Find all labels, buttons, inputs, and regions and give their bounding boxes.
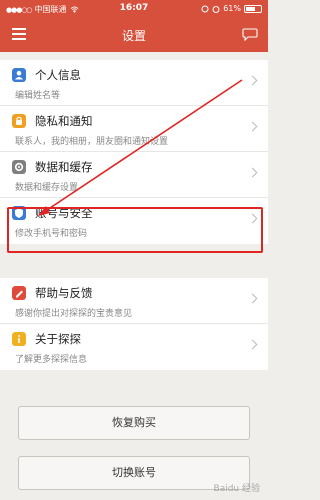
chevron-right-icon [247, 75, 258, 86]
item-title: 帮助与反馈 [35, 286, 93, 300]
nav-bar: 设置 [0, 18, 268, 52]
item-title: 数据和缓存 [35, 160, 93, 174]
settings-item-account-security[interactable]: 账号与安全 修改手机号和密码 [0, 198, 268, 244]
item-title: 关于探探 [35, 332, 81, 346]
person-icon [12, 68, 26, 82]
item-subtitle: 数据和缓存设置 [15, 183, 79, 193]
settings-group-account: 个人信息 编辑姓名等 隐私和通知 联系人，我的相册，朋友圈和通知设置 数据和缓存… [0, 60, 268, 244]
settings-item-profile[interactable]: 个人信息 编辑姓名等 [0, 60, 268, 106]
info-icon [12, 332, 26, 346]
page-title: 设置 [121, 29, 146, 43]
item-subtitle: 联系人，我的相册，朋友圈和通知设置 [15, 137, 169, 147]
chevron-right-icon [247, 121, 258, 132]
settings-item-about[interactable]: 关于探探 了解更多探探信息 [0, 324, 268, 370]
lock-rotation-icon [201, 5, 209, 12]
chevron-right-icon [247, 293, 258, 304]
item-subtitle: 编辑姓名等 [15, 91, 61, 101]
battery-percent: 61% [223, 4, 241, 13]
item-title: 个人信息 [35, 68, 81, 82]
item-subtitle: 感谢你提出对探探的宝贵意见 [15, 309, 133, 319]
item-subtitle: 了解更多探探信息 [15, 355, 88, 365]
lock-icon [12, 114, 26, 128]
status-bar: ●●●○○ 中国联通 16:07 61% [0, 0, 268, 18]
settings-item-data-cache[interactable]: 数据和缓存 数据和缓存设置 [0, 152, 268, 198]
app-header: ●●●○○ 中国联通 16:07 61% 设置 [0, 0, 268, 52]
chevron-right-icon [247, 213, 258, 224]
item-subtitle: 修改手机号和密码 [15, 229, 88, 239]
pencil-icon [12, 286, 26, 300]
settings-group-about: 帮助与反馈 感谢你提出对探探的宝贵意见 关于探探 了解更多探探信息 [0, 278, 268, 370]
watermark: Baidu 经验 [213, 484, 260, 494]
restore-purchase-button[interactable]: 恢复购买 [18, 406, 250, 440]
item-title: 隐私和通知 [35, 114, 93, 128]
chevron-right-icon [247, 167, 258, 178]
alarm-icon [212, 5, 220, 13]
settings-item-help-feedback[interactable]: 帮助与反馈 感谢你提出对探探的宝贵意见 [0, 278, 268, 324]
battery-icon [244, 4, 262, 13]
chevron-right-icon [247, 339, 258, 350]
gear-icon [12, 160, 26, 174]
settings-item-privacy[interactable]: 隐私和通知 联系人，我的相册，朋友圈和通知设置 [0, 106, 268, 152]
shield-icon [12, 206, 26, 220]
item-title: 账号与安全 [35, 206, 93, 220]
chat-icon[interactable] [242, 27, 258, 41]
